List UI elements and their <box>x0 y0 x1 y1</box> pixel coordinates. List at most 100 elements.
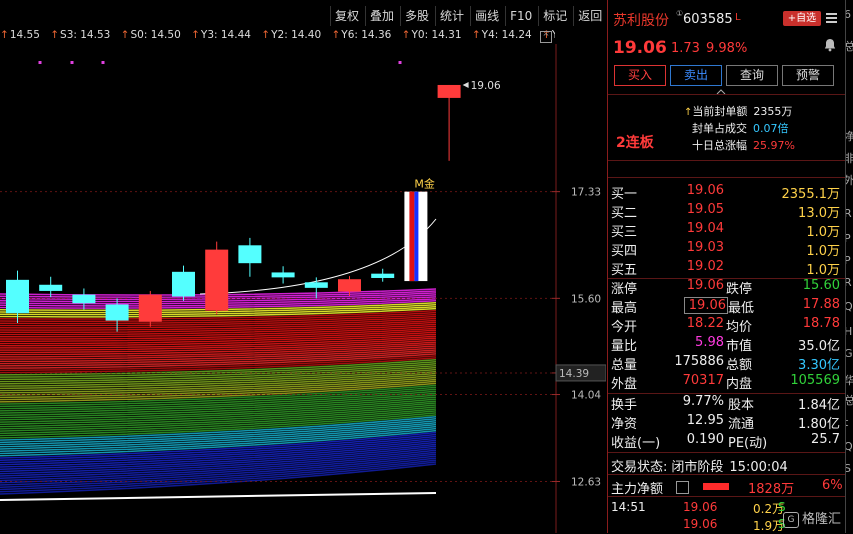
side-strip: 6 总 净 非 外 R P P R Q H G 华 总 t Q S <box>845 0 853 533</box>
bell-icon[interactable] <box>823 38 837 56</box>
order-book-row[interactable]: 买五 19.02 1.0万 <box>608 259 843 278</box>
current-price-label: 14.39 <box>559 368 589 380</box>
ma-legend-item: ↑Y0: 14.31 <box>401 29 462 41</box>
sell-button[interactable]: 卖出 <box>670 65 722 86</box>
alert-button[interactable]: 预警 <box>782 65 834 86</box>
buy-button[interactable]: 买入 <box>614 65 666 86</box>
candle-body <box>437 84 461 98</box>
market-badge: L <box>735 12 741 23</box>
limit-streak-label: 2连板 <box>616 135 654 151</box>
query-button[interactable]: 查询 <box>726 65 778 86</box>
order-book-row[interactable]: 买二 19.05 13.0万 <box>608 202 843 221</box>
ma-legend-item: ↑14.55 <box>0 29 40 41</box>
seal-value: 0.07倍 <box>753 122 789 135</box>
stats-row: 换手 9.77% 股本 1.84亿 <box>611 394 840 413</box>
ma-legend-collapse-icon[interactable]: ^ <box>540 31 552 43</box>
stats-row: 今开 18.22 均价 18.78 <box>611 316 840 335</box>
candle-body <box>172 271 195 297</box>
toolbar-button-draw-line[interactable]: 画线 <box>470 6 503 26</box>
top-toolbar: 复权 叠加 多股 统计 画线 F10 标记 返回 <box>330 6 608 26</box>
stats-row: 总量 175886 总额 3.30亿 <box>611 354 840 373</box>
high-marker-label: 19.06 <box>471 80 501 92</box>
main-fund-row[interactable]: 主力净额 1828万 6% <box>608 476 845 497</box>
toolbar-button-f10[interactable]: F10 <box>505 6 536 26</box>
signal-dot <box>70 61 74 64</box>
toolbar-button-restore-rights[interactable]: 复权 <box>330 6 363 26</box>
toolbar-button-statistics[interactable]: 统计 <box>435 6 468 26</box>
candle-body <box>105 304 129 321</box>
stats-row: 最高 19.06 最低 17.88 <box>611 297 840 316</box>
signal-dot <box>398 61 402 64</box>
y-axis-tick-label: 17.33 <box>571 187 601 199</box>
ma-legend-item: ↑Y4: 14.24 <box>471 29 532 41</box>
candle-body <box>371 273 395 278</box>
stats-row: 净资 12.95 流通 1.80亿 <box>611 413 840 432</box>
app-root: 复权 叠加 多股 统计 画线 F10 标记 返回 ↑14.55 ↑S3: 14.… <box>0 0 853 533</box>
add-watchlist-button[interactable]: +自选 <box>783 11 821 26</box>
divider <box>608 474 845 475</box>
seal-value: 25.97% <box>753 139 795 152</box>
annotation-label: M金 <box>414 177 435 191</box>
toolbar-button-overlay[interactable]: 叠加 <box>365 6 398 26</box>
candle-body <box>238 245 262 264</box>
y-axis-tick-label: 15.60 <box>571 293 601 305</box>
main-fund-pct: 6% <box>822 478 843 493</box>
quote-panel: 苏利股份 ① 603585 L +自选 19.06 1.73 9.98% 买入 … <box>607 0 845 533</box>
divider <box>608 177 845 178</box>
collapse-chevron-icon[interactable] <box>716 88 726 98</box>
stock-name: 苏利股份 <box>613 13 669 29</box>
fund-bar <box>703 483 729 490</box>
divider <box>608 496 845 497</box>
y-axis-tick-label: 12.63 <box>571 476 601 488</box>
seal-value: 2355万 <box>753 105 793 118</box>
ma-legend-item: ↑Y2: 14.40 <box>261 29 322 41</box>
signal-dot <box>38 61 42 64</box>
candle-body <box>304 282 328 288</box>
high-marker-arrow <box>462 81 469 88</box>
stats-row: 量比 5.98 市值 35.0亿 <box>611 335 840 354</box>
trading-status: 交易状态: 闭市阶段 15:00:04 <box>611 460 788 475</box>
order-book-row[interactable]: 买三 19.04 1.0万 <box>608 221 843 240</box>
ma-legend-item: ↑S0: 14.50 <box>120 29 181 41</box>
ma-legend-item: ↑Y6: 14.36 <box>331 29 392 41</box>
main-fund-value: 1828万 <box>748 482 795 497</box>
candle-body <box>72 294 96 304</box>
divider <box>608 94 845 95</box>
stats-row: 收益(一) 0.190 PE(动) 25.7 <box>611 432 840 451</box>
toolbar-button-multi-stock[interactable]: 多股 <box>400 6 433 26</box>
watermark-logo: G 格隆汇 <box>783 508 841 528</box>
seal-row: 十日总涨幅 25.97% <box>692 139 795 152</box>
candle-limit-stripe <box>414 191 419 282</box>
main-fund-label: 主力净额 <box>611 482 664 497</box>
last-price: 19.06 <box>613 38 667 58</box>
price-change-pct: 9.98% <box>706 41 748 56</box>
toolbar-button-mark[interactable]: 标记 <box>538 6 571 26</box>
seal-row: ↑当前封单额 2355万 <box>684 105 793 118</box>
divider <box>608 160 845 161</box>
ma-legend: ↑14.55 ↑S3: 14.53 ↑S0: 14.50 ↑Y3: 14.44 … <box>0 29 555 43</box>
stock-code: 603585 <box>683 12 733 27</box>
candle-limit-stripe <box>409 191 415 282</box>
kline-chart[interactable]: 17.3315.6014.3914.0412.6314.39M金19.06 <box>0 44 606 533</box>
candle-body <box>39 284 63 291</box>
candle-body <box>6 279 29 314</box>
watermark-icon: G <box>783 511 799 528</box>
chart-icon[interactable] <box>676 481 689 494</box>
candle-body <box>138 294 162 322</box>
seal-row: 封单占成交 0.07倍 <box>692 122 789 135</box>
candle-body <box>205 249 229 311</box>
stats-row: 外盘 70317 内盘 105569 <box>611 373 840 392</box>
order-book-row[interactable]: 买一 19.06 2355.1万 <box>608 183 843 202</box>
price-change: 1.73 <box>671 41 700 56</box>
candle-body <box>271 272 295 278</box>
signal-dot <box>101 61 105 64</box>
ma-legend-item: ↑Y3: 14.44 <box>191 29 251 41</box>
order-book-row[interactable]: 买四 19.03 1.0万 <box>608 240 843 259</box>
divider <box>608 452 845 453</box>
stats-row: 涨停 19.06 跌停 15.60 <box>611 278 840 297</box>
ma-legend-item: ↑S3: 14.53 <box>50 29 111 41</box>
menu-icon[interactable] <box>826 11 838 26</box>
candle-body <box>338 279 361 292</box>
toolbar-button-back[interactable]: 返回 <box>573 6 606 26</box>
ma-line-white <box>0 492 437 501</box>
